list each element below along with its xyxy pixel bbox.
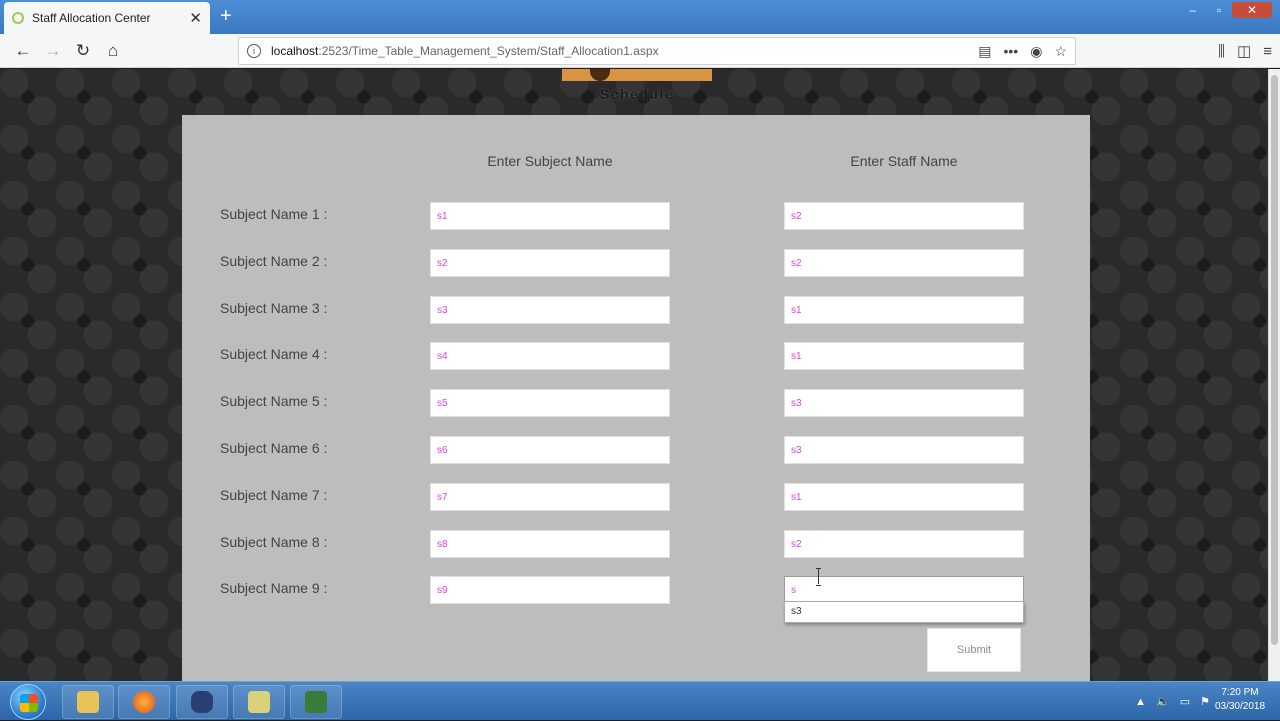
- subject-name-input-9[interactable]: [430, 576, 670, 604]
- folder-icon: [77, 691, 99, 713]
- bookmark-star-icon[interactable]: ☆: [1054, 43, 1067, 60]
- staff-name-input-2[interactable]: [784, 249, 1024, 277]
- start-button[interactable]: [10, 684, 46, 720]
- subject-name-input-5[interactable]: [430, 389, 670, 417]
- clock-date: 03/30/2018: [1214, 701, 1266, 712]
- pocket-icon[interactable]: ◉: [1030, 43, 1042, 60]
- taskbar-visual-studio[interactable]: [176, 685, 228, 719]
- page-viewport: Schedule Enter Subject Name Enter Staff …: [0, 69, 1268, 681]
- url-host: localhost: [271, 44, 319, 58]
- staff-name-input-7[interactable]: [784, 483, 1024, 511]
- windows-logo-icon: [20, 694, 38, 712]
- staff-name-input-5[interactable]: [784, 389, 1024, 417]
- taskbar-firefox[interactable]: [118, 685, 170, 719]
- url-text: localhost:2523/Time_Table_Management_Sys…: [271, 44, 978, 58]
- submit-button[interactable]: Submit: [927, 628, 1021, 672]
- subject-label-3: Subject Name 3 :: [220, 300, 328, 316]
- subject-name-input-8[interactable]: [430, 530, 670, 558]
- schedule-logo: Schedule: [562, 69, 712, 107]
- scrollbar-thumb[interactable]: [1271, 75, 1278, 645]
- taskbar-app[interactable]: [290, 685, 342, 719]
- clock-time: 7:20 PM: [1221, 687, 1259, 698]
- notes-icon: [248, 691, 270, 713]
- page-loading-icon: [12, 12, 24, 24]
- close-tab-icon[interactable]: ✕: [189, 9, 202, 27]
- staff-column-header: Enter Staff Name: [850, 153, 958, 169]
- subject-name-input-4[interactable]: [430, 342, 670, 370]
- clock[interactable]: 7:20 PM 03/30/2018: [1212, 686, 1268, 714]
- tab-title: Staff Allocation Center: [32, 11, 151, 25]
- menu-icon[interactable]: ≡: [1263, 43, 1272, 60]
- subject-label-7: Subject Name 7 :: [220, 487, 328, 503]
- staff-name-input-6[interactable]: [784, 436, 1024, 464]
- system-tray: ▲ 🔈 ▭ ⚑: [1135, 682, 1210, 721]
- window-controls: – ▫ ✕: [1180, 2, 1272, 18]
- logo-bar: [562, 69, 712, 81]
- forward-icon[interactable]: →: [38, 36, 68, 66]
- subject-name-input-6[interactable]: [430, 436, 670, 464]
- taskbar: ▲ 🔈 ▭ ⚑ 7:20 PM 03/30/2018: [0, 681, 1280, 720]
- toolbar-right: ⫼ ◫ ≡: [1218, 37, 1272, 65]
- volume-icon[interactable]: 🔈: [1156, 695, 1170, 708]
- autocomplete-suggestion[interactable]: s3: [784, 601, 1024, 623]
- staff-allocation-form: Enter Subject Name Enter Staff Name Subj…: [182, 115, 1090, 681]
- tray-expand-icon[interactable]: ▲: [1135, 696, 1146, 708]
- subject-column-header: Enter Subject Name: [487, 153, 613, 169]
- text-cursor-icon: [816, 568, 822, 586]
- taskbar-notes[interactable]: [233, 685, 285, 719]
- subject-label-9: Subject Name 9 :: [220, 580, 328, 596]
- minimize-icon[interactable]: –: [1180, 2, 1206, 18]
- subject-label-2: Subject Name 2 :: [220, 253, 328, 269]
- logo-text: Schedule: [599, 86, 675, 102]
- reader-view-icon[interactable]: ▤: [978, 43, 991, 60]
- staff-name-input-3[interactable]: [784, 296, 1024, 324]
- subject-label-6: Subject Name 6 :: [220, 440, 328, 456]
- site-info-icon[interactable]: i: [247, 44, 261, 58]
- url-path: :2523/Time_Table_Management_System/Staff…: [318, 44, 659, 58]
- maximize-icon[interactable]: ▫: [1206, 2, 1232, 18]
- back-icon[interactable]: ←: [8, 36, 38, 66]
- subject-label-1: Subject Name 1 :: [220, 206, 328, 222]
- browser-tab[interactable]: Staff Allocation Center ✕: [4, 2, 210, 34]
- browser-navbar: ← → ↻ ⌂ i localhost:2523/Time_Table_Mana…: [0, 34, 1280, 68]
- close-window-icon[interactable]: ✕: [1232, 2, 1272, 18]
- subject-name-input-7[interactable]: [430, 483, 670, 511]
- firefox-icon: [133, 691, 155, 713]
- address-bar[interactable]: i localhost:2523/Time_Table_Management_S…: [238, 37, 1076, 65]
- subject-name-input-1[interactable]: [430, 202, 670, 230]
- reload-icon[interactable]: ↻: [68, 36, 98, 66]
- browser-titlebar: Staff Allocation Center ✕ + – ▫ ✕: [0, 0, 1280, 34]
- page-actions-icon[interactable]: •••: [1004, 43, 1019, 59]
- subject-name-input-2[interactable]: [430, 249, 670, 277]
- subject-label-8: Subject Name 8 :: [220, 534, 328, 550]
- subject-name-input-3[interactable]: [430, 296, 670, 324]
- subject-label-4: Subject Name 4 :: [220, 346, 328, 362]
- sidebar-icon[interactable]: ◫: [1237, 42, 1251, 60]
- action-center-icon[interactable]: ⚑: [1200, 695, 1210, 708]
- page-scrollbar[interactable]: [1268, 69, 1280, 681]
- new-tab-icon[interactable]: +: [220, 5, 232, 27]
- network-icon[interactable]: ▭: [1180, 695, 1190, 708]
- url-actions: ▤ ••• ◉ ☆: [978, 43, 1067, 60]
- subject-label-5: Subject Name 5 :: [220, 393, 328, 409]
- app-icon: [191, 691, 213, 713]
- home-icon[interactable]: ⌂: [98, 36, 128, 66]
- tools-icon: [305, 691, 327, 713]
- staff-name-input-8[interactable]: [784, 530, 1024, 558]
- staff-name-input-1[interactable]: [784, 202, 1024, 230]
- taskbar-explorer[interactable]: [62, 685, 114, 719]
- staff-name-input-4[interactable]: [784, 342, 1024, 370]
- library-icon[interactable]: ⫼: [1218, 43, 1225, 60]
